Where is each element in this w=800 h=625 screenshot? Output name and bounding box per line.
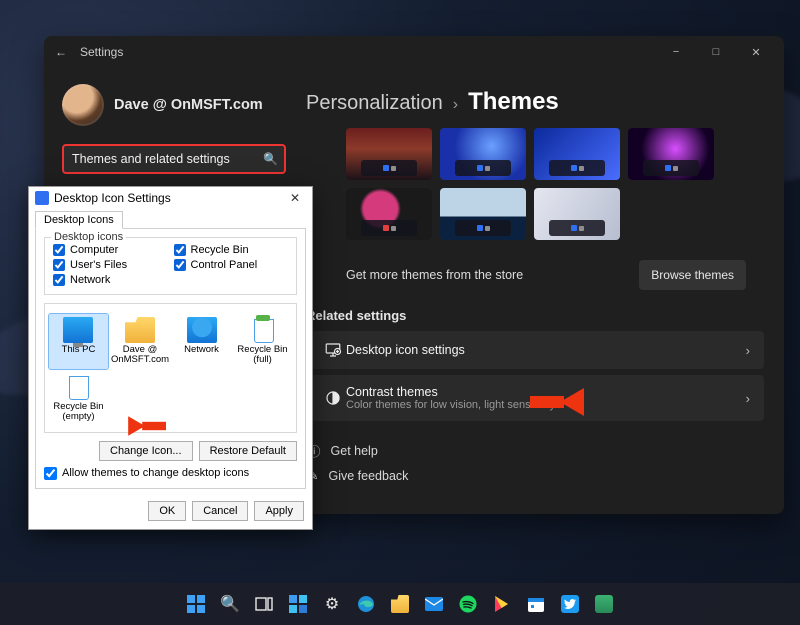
- store-row: Get more themes from the store Browse th…: [346, 254, 746, 308]
- desktop-icon-settings-icon: [320, 341, 346, 359]
- desktop-icon-settings-row[interactable]: Desktop icon settings ›: [306, 331, 764, 369]
- theme-thumbnail[interactable]: [346, 128, 432, 180]
- check-recycle-bin[interactable]: Recycle Bin: [174, 244, 289, 256]
- breadcrumb: Personalization › Themes: [306, 68, 764, 128]
- check-users-files[interactable]: User's Files: [53, 259, 168, 271]
- related-settings-heading: Related settings: [306, 308, 764, 323]
- checkbox[interactable]: [174, 244, 186, 256]
- dialog-close-button[interactable]: ✕: [284, 191, 306, 205]
- search-icon: 🔍: [220, 594, 240, 614]
- folder-icon: [125, 317, 155, 343]
- row-title: Desktop icon settings: [346, 343, 465, 357]
- dialog-body: Desktop icons Computer Recycle Bin User'…: [35, 228, 306, 489]
- theme-thumbnail[interactable]: [440, 188, 526, 240]
- dialog-footer: OK Cancel Apply: [29, 495, 312, 529]
- row-subtitle: Color themes for low vision, light sensi…: [346, 399, 555, 411]
- row-title: Contrast themes: [346, 385, 555, 399]
- checkbox[interactable]: [53, 259, 65, 271]
- checkbox[interactable]: [53, 274, 65, 286]
- folder-icon: [391, 595, 409, 613]
- get-help-link[interactable]: ⓘ Get help: [308, 437, 764, 464]
- checkbox[interactable]: [174, 259, 186, 271]
- allow-themes-checkbox[interactable]: Allow themes to change desktop icons: [44, 467, 297, 480]
- taskbar-settings-button[interactable]: ⚙: [318, 590, 346, 618]
- icon-item-network[interactable]: Network: [172, 314, 231, 369]
- icon-item-recycle-bin-full[interactable]: Recycle Bin (full): [233, 314, 292, 369]
- chevron-right-icon: ›: [453, 96, 458, 114]
- taskbar-start-button[interactable]: [182, 590, 210, 618]
- recycle-bin-full-icon: [248, 317, 278, 343]
- fieldset-legend: Desktop icons: [51, 231, 126, 243]
- chevron-right-icon: ›: [746, 343, 750, 358]
- dialog-tabs: Desktop Icons: [29, 210, 312, 228]
- taskbar-spotify-button[interactable]: [454, 590, 482, 618]
- store-text: Get more themes from the store: [346, 268, 523, 282]
- dialog-titlebar: Desktop Icon Settings ✕: [29, 187, 312, 209]
- desktop-icons-fieldset: Desktop icons Computer Recycle Bin User'…: [44, 237, 297, 295]
- user-name: Dave @ OnMSFT.com: [114, 97, 263, 113]
- check-computer[interactable]: Computer: [53, 244, 168, 256]
- taskbar-twitter-button[interactable]: [556, 590, 584, 618]
- close-button[interactable]: ✕: [736, 36, 776, 68]
- contrast-icon: [320, 389, 346, 407]
- back-button[interactable]: ←: [52, 45, 70, 59]
- taskbar-search-button[interactable]: 🔍: [216, 590, 244, 618]
- this-pc-icon: [63, 317, 93, 343]
- change-icon-button[interactable]: Change Icon...: [99, 441, 193, 461]
- dialog-app-icon: [35, 191, 49, 205]
- feedback-label: Give feedback: [328, 469, 408, 483]
- taskbar-edge-button[interactable]: [352, 590, 380, 618]
- theme-thumbnail[interactable]: [534, 188, 620, 240]
- desktop-icon-settings-dialog: Desktop Icon Settings ✕ Desktop Icons De…: [28, 186, 313, 530]
- avatar: [62, 84, 104, 126]
- search-icon[interactable]: 🔍: [263, 152, 278, 166]
- main-pane: Personalization › Themes Get more themes…: [306, 68, 784, 514]
- dialog-title: Desktop Icon Settings: [54, 191, 171, 205]
- window-controls: − □ ✕: [656, 36, 776, 68]
- check-network[interactable]: Network: [53, 274, 168, 286]
- taskbar-calendar-button[interactable]: [522, 590, 550, 618]
- taskbar-file-explorer-button[interactable]: [386, 590, 414, 618]
- taskbar-app-button[interactable]: [590, 590, 618, 618]
- taskbar-play-button[interactable]: [488, 590, 516, 618]
- theme-thumbnail[interactable]: [440, 128, 526, 180]
- taskbar-widgets-button[interactable]: [284, 590, 312, 618]
- give-feedback-link[interactable]: ✎ Give feedback: [308, 464, 764, 487]
- theme-thumbnail-selected[interactable]: [346, 188, 432, 240]
- taskbar-mail-button[interactable]: [420, 590, 448, 618]
- user-account-row[interactable]: Dave @ OnMSFT.com: [62, 84, 288, 126]
- theme-thumbnail[interactable]: [534, 128, 620, 180]
- icon-item-user-folder[interactable]: Dave @ OnMSFT.com: [110, 314, 170, 369]
- icon-item-recycle-bin-empty[interactable]: Recycle Bin (empty): [49, 371, 108, 426]
- search-input[interactable]: [64, 152, 284, 166]
- app-title: Settings: [80, 45, 123, 59]
- tab-desktop-icons[interactable]: Desktop Icons: [35, 211, 123, 229]
- taskbar-task-view-button[interactable]: [250, 590, 278, 618]
- checkbox[interactable]: [44, 467, 57, 480]
- check-control-panel[interactable]: Control Panel: [174, 259, 289, 271]
- browse-themes-button[interactable]: Browse themes: [639, 260, 746, 290]
- icon-item-this-pc[interactable]: This PC: [49, 314, 108, 369]
- chevron-right-icon: ›: [746, 391, 750, 406]
- theme-thumbnail[interactable]: [628, 128, 714, 180]
- titlebar: ← Settings − □ ✕: [44, 36, 784, 68]
- breadcrumb-parent[interactable]: Personalization: [306, 92, 443, 115]
- maximize-button[interactable]: □: [696, 36, 736, 68]
- gear-icon: ⚙: [325, 594, 339, 614]
- apply-button[interactable]: Apply: [254, 501, 304, 521]
- taskbar: 🔍 ⚙: [0, 583, 800, 625]
- checkbox[interactable]: [53, 244, 65, 256]
- contrast-themes-row[interactable]: Contrast themes Color themes for low vis…: [306, 375, 764, 421]
- recycle-bin-empty-icon: [63, 374, 93, 400]
- ok-button[interactable]: OK: [148, 501, 186, 521]
- breadcrumb-current: Themes: [468, 88, 559, 116]
- cancel-button[interactable]: Cancel: [192, 501, 248, 521]
- help-label: Get help: [331, 444, 378, 458]
- themes-grid: [346, 128, 736, 240]
- icon-preview-list: This PC Dave @ OnMSFT.com Network Recycl…: [44, 303, 297, 433]
- restore-default-button[interactable]: Restore Default: [199, 441, 297, 461]
- minimize-button[interactable]: −: [656, 36, 696, 68]
- network-icon: [187, 317, 217, 343]
- search-box-highlight: 🔍: [62, 144, 286, 174]
